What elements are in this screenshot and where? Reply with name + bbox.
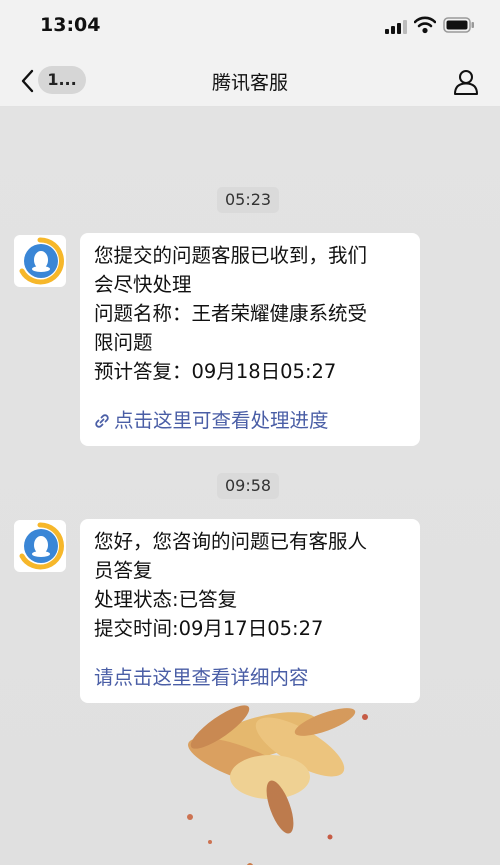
wifi-icon bbox=[414, 16, 436, 34]
message-bubble: 您提交的问题客服已收到，我们 会尽快处理 问题名称：王者荣耀健康系统受 限问题 … bbox=[80, 233, 420, 446]
qq-penguin-icon bbox=[19, 237, 64, 285]
battery-icon bbox=[443, 17, 474, 33]
qq-penguin-icon bbox=[19, 522, 64, 570]
message-text-line: 问题名称：王者荣耀健康系统受 bbox=[94, 302, 368, 325]
message-text-line: 限问题 bbox=[94, 331, 153, 354]
message-text-line: 您提交的问题客服已收到，我们 bbox=[94, 244, 368, 267]
message-timestamp: 09:58 bbox=[217, 473, 280, 499]
message-text-line: 预计答复：09月18日05:27 bbox=[94, 360, 337, 383]
avatar[interactable] bbox=[14, 520, 66, 572]
view-progress-link[interactable]: 点击这里可查看处理进度 bbox=[94, 406, 406, 436]
status-time: 13:04 bbox=[40, 14, 101, 36]
message-timestamp: 05:23 bbox=[217, 187, 280, 213]
view-details-link[interactable]: 请点击这里查看详细内容 bbox=[94, 663, 406, 693]
avatar[interactable] bbox=[14, 235, 66, 287]
link-icon bbox=[95, 414, 109, 428]
message-text-line: 员答复 bbox=[94, 559, 153, 582]
signal-icon bbox=[385, 20, 407, 34]
chat-area[interactable]: 05:23 您提交的问题客服已收到，我们 会尽快处理 问题名称：王者荣耀健康系统… bbox=[0, 107, 500, 865]
message-text-line: 处理状态:已答复 bbox=[94, 588, 238, 611]
message-text-line: 您好，您咨询的问题已有客服人 bbox=[94, 530, 368, 553]
page-title: 腾讯客服 bbox=[211, 72, 288, 94]
link-label[interactable]: 点击这里可查看处理进度 bbox=[114, 409, 329, 432]
status-bar: 13:04 bbox=[0, 0, 500, 56]
nav-bar: 1... 腾讯客服 bbox=[0, 56, 500, 107]
message-text-line: 会尽快处理 bbox=[94, 273, 192, 296]
person-icon[interactable] bbox=[452, 68, 480, 96]
message-bubble: 您好，您咨询的问题已有客服人 员答复 处理状态:已答复 提交时间:09月17日0… bbox=[80, 519, 420, 703]
message-text-line: 提交时间:09月17日05:27 bbox=[94, 617, 324, 640]
